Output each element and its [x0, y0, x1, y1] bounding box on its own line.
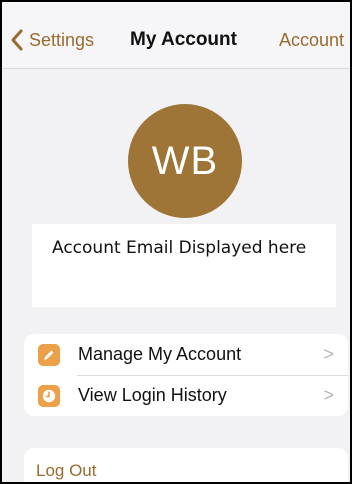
chevron-right-icon: > — [323, 344, 334, 364]
back-button-label: Settings — [29, 29, 95, 50]
clock-icon — [38, 384, 60, 407]
log-out-button[interactable]: Log Out — [24, 448, 348, 482]
view-login-history-row[interactable]: View Login History > — [24, 375, 348, 416]
manage-my-account-row[interactable]: Manage My Account > — [24, 334, 348, 375]
avatar: WB — [128, 104, 242, 218]
account-email-box: Account Email Displayed here — [32, 224, 336, 307]
log-out-label: Log Out — [36, 461, 97, 480]
navigation-bar: Settings My Account Account — [2, 2, 350, 69]
account-menu-group: Manage My Account > View Login History > — [24, 334, 348, 416]
page-title: My Account — [130, 29, 237, 50]
chevron-right-icon: > — [323, 385, 334, 405]
view-login-history-label: View Login History — [78, 385, 227, 405]
account-button[interactable]: Account — [279, 30, 344, 51]
chevron-left-icon — [10, 29, 24, 51]
account-email-text: Account Email Displayed here — [52, 238, 307, 258]
pencil-icon — [38, 343, 60, 366]
manage-my-account-label: Manage My Account — [78, 344, 242, 364]
avatar-initials: WB — [151, 138, 219, 183]
screen-frame: Settings My Account Account WB Account E… — [0, 0, 352, 484]
back-button[interactable]: Settings — [10, 27, 94, 53]
